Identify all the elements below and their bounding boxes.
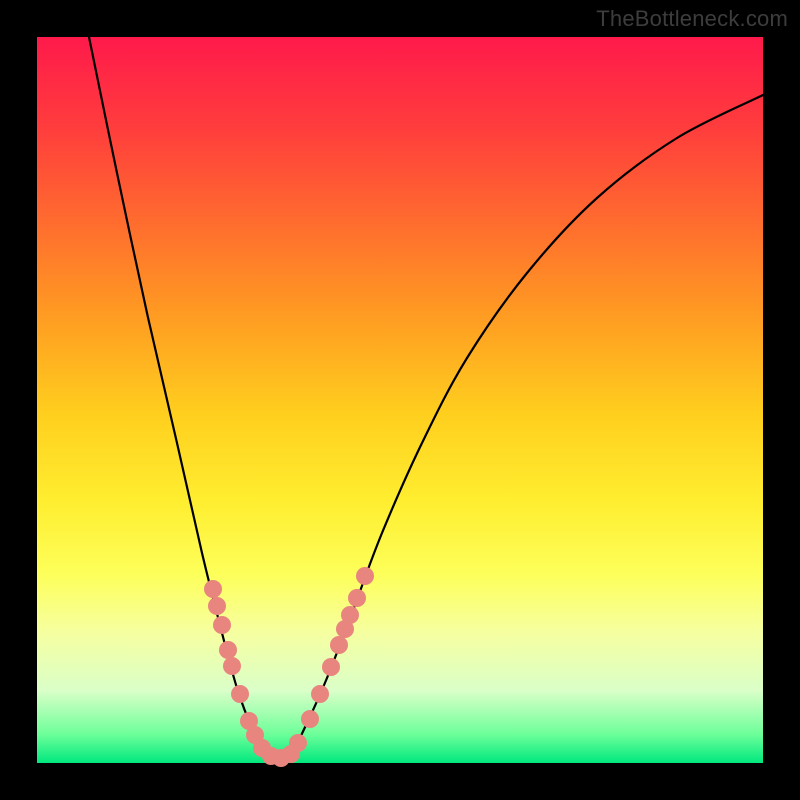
bottleneck-curve — [89, 37, 763, 759]
watermark-text: TheBottleneck.com — [596, 6, 788, 32]
highlight-dots — [204, 567, 374, 767]
plot-area — [37, 37, 763, 763]
highlight-dot — [289, 734, 307, 752]
highlight-dot — [204, 580, 222, 598]
highlight-dot — [356, 567, 374, 585]
highlight-dot — [311, 685, 329, 703]
highlight-dot — [322, 658, 340, 676]
chart-frame: TheBottleneck.com — [0, 0, 800, 800]
highlight-dot — [213, 616, 231, 634]
highlight-dot — [330, 636, 348, 654]
highlight-dot — [219, 641, 237, 659]
highlight-dot — [208, 597, 226, 615]
highlight-dot — [223, 657, 241, 675]
highlight-dot — [348, 589, 366, 607]
curve-layer — [37, 37, 763, 763]
highlight-dot — [301, 710, 319, 728]
highlight-dot — [341, 606, 359, 624]
highlight-dot — [231, 685, 249, 703]
